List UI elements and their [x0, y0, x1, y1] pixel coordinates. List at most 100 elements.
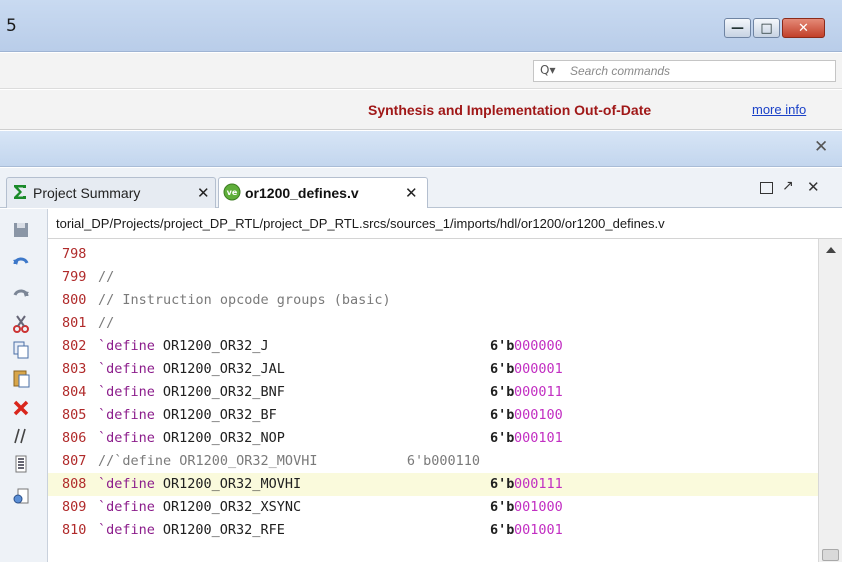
code-line[interactable]: 808 `define OR1200_OR32_MOVHI 6'b 000111: [48, 473, 818, 496]
undo-icon[interactable]: [10, 251, 32, 273]
app-window: 5 — □ ✕ Q▾ Search commands Synthesis and…: [0, 0, 842, 562]
line-number: 805: [62, 407, 87, 423]
macro-name: OR1200_OR32_NOP: [162, 430, 285, 446]
code-line[interactable]: 802 `define OR1200_OR32_J 6'b 000000: [48, 335, 818, 358]
maximize-panel-icon[interactable]: ↗: [782, 178, 794, 194]
paste-icon[interactable]: [10, 367, 32, 389]
code-text: `define OR1200_OR32_JAL 6'b 000001: [98, 358, 563, 381]
macro-name: OR1200_OR32_BF: [162, 407, 277, 423]
line-number: 806: [62, 430, 87, 446]
line-number: 799: [62, 269, 87, 285]
sigma-icon: [14, 185, 26, 199]
line-number: 803: [62, 361, 87, 377]
search-toolbar: Q▾ Search commands: [0, 53, 842, 89]
close-panel-icon[interactable]: ✕: [807, 178, 820, 196]
close-window-button[interactable]: ✕: [782, 18, 825, 38]
tab-close-icon[interactable]: ✕: [197, 184, 210, 202]
code-text: `define OR1200_OR32_BF 6'b 000100: [98, 404, 563, 427]
binary-value: 000001: [514, 361, 563, 377]
code-text: `define OR1200_OR32_MOVHI 6'b 000111: [98, 473, 563, 496]
define-keyword: `define: [98, 338, 155, 354]
status-banner: Synthesis and Implementation Out-of-Date…: [0, 90, 842, 130]
code-line[interactable]: 806 `define OR1200_OR32_NOP 6'b 000101: [48, 427, 818, 450]
find-replace-icon[interactable]: [10, 485, 32, 507]
editor-tab-bar: Project Summary ✕ ve or1200_defines.v ✕ …: [0, 168, 842, 208]
code-line[interactable]: 809 `define OR1200_OR32_XSYNC 6'b 001000: [48, 496, 818, 519]
line-number: 801: [62, 315, 87, 331]
code-editor[interactable]: 798 799 // 800 // Instruction opcode groups …: [48, 239, 818, 562]
code-text: // Instruction opcode groups (basic): [98, 289, 391, 312]
line-number: 808: [62, 476, 87, 492]
minimize-button[interactable]: —: [724, 18, 751, 38]
code-text: //: [98, 266, 114, 289]
code-line[interactable]: 810 `define OR1200_OR32_RFE 6'b 001001: [48, 519, 818, 542]
copy-icon[interactable]: [10, 339, 32, 361]
width-prefix: 6'b: [490, 522, 515, 538]
code-line[interactable]: 805 `define OR1200_OR32_BF 6'b 000100: [48, 404, 818, 427]
search-placeholder: Search commands: [570, 64, 671, 78]
tab-label: Project Summary: [33, 185, 141, 201]
macro-name: OR1200_OR32_XSYNC: [162, 499, 302, 515]
panel-close-icon[interactable]: ✕: [814, 137, 828, 157]
maximize-button[interactable]: □: [753, 18, 780, 38]
macro-name: OR1200_OR32_BNF: [162, 384, 285, 400]
line-number: 804: [62, 384, 87, 400]
scroll-thumb[interactable]: [822, 549, 839, 561]
comment: //`define OR1200_OR32_MOVHI 6'b000110: [98, 453, 481, 469]
tab-label: or1200_defines.v: [245, 185, 359, 201]
define-keyword: `define: [98, 407, 155, 423]
file-path-bar: torial_DP/Projects/project_DP_RTL/projec…: [48, 209, 842, 239]
comment-icon[interactable]: [10, 425, 32, 447]
binary-value: 001000: [514, 499, 563, 515]
redo-icon[interactable]: [10, 283, 32, 305]
tab-close-icon[interactable]: ✕: [405, 184, 418, 202]
code-line[interactable]: 798: [48, 243, 818, 266]
scroll-up-arrow-icon[interactable]: [826, 247, 836, 253]
verilog-file-icon: ve: [223, 183, 241, 201]
window-title: 5: [6, 16, 17, 36]
line-number: 809: [62, 499, 87, 515]
width-prefix: 6'b: [490, 476, 515, 492]
macro-name: OR1200_OR32_RFE: [162, 522, 285, 538]
code-line[interactable]: 799 //: [48, 266, 818, 289]
binary-value: 000101: [514, 430, 563, 446]
code-line[interactable]: 807 //`define OR1200_OR32_MOVHI 6'b000110: [48, 450, 818, 473]
code-line[interactable]: 804 `define OR1200_OR32_BNF 6'b 000011: [48, 381, 818, 404]
cut-icon[interactable]: [10, 313, 32, 335]
define-keyword: `define: [98, 476, 155, 492]
code-text: `define OR1200_OR32_BNF 6'b 000011: [98, 381, 563, 404]
width-prefix: 6'b: [490, 384, 515, 400]
code-line[interactable]: 803 `define OR1200_OR32_JAL 6'b 000001: [48, 358, 818, 381]
tab-or1200-defines[interactable]: ve or1200_defines.v ✕: [218, 177, 428, 208]
restore-icon[interactable]: [760, 182, 773, 194]
svg-text:ve: ve: [227, 188, 238, 197]
search-icon[interactable]: Q▾: [540, 63, 562, 79]
code-text: `define OR1200_OR32_NOP 6'b 000101: [98, 427, 563, 450]
search-commands-input[interactable]: Q▾ Search commands: [533, 60, 836, 82]
close-icon: ✕: [798, 20, 809, 36]
macro-name: OR1200_OR32_J: [162, 338, 269, 354]
code-text: //`define OR1200_OR32_MOVHI 6'b000110: [98, 450, 480, 473]
indent-icon[interactable]: [10, 453, 32, 475]
width-prefix: 6'b: [490, 430, 515, 446]
line-number: 807: [62, 453, 87, 469]
maximize-icon: □: [760, 20, 773, 36]
more-info-link[interactable]: more info: [752, 102, 806, 117]
define-keyword: `define: [98, 384, 155, 400]
width-prefix: 6'b: [490, 338, 515, 354]
tab-project-summary[interactable]: Project Summary ✕: [6, 177, 216, 208]
binary-value: 000000: [514, 338, 563, 354]
vertical-scrollbar[interactable]: [818, 239, 842, 562]
save-icon[interactable]: [10, 219, 32, 241]
code-line[interactable]: 800 // Instruction opcode groups (basic): [48, 289, 818, 312]
comment: // Instruction opcode groups (basic): [98, 292, 391, 308]
width-prefix: 6'b: [490, 407, 515, 423]
define-keyword: `define: [98, 522, 155, 538]
editor-side-toolbar: [0, 209, 48, 562]
panel-header: ✕: [0, 131, 842, 167]
macro-name: OR1200_OR32_JAL: [162, 361, 285, 377]
out-of-date-message: Synthesis and Implementation Out-of-Date: [368, 102, 652, 118]
define-keyword: `define: [98, 499, 155, 515]
delete-icon[interactable]: [10, 397, 32, 419]
code-line[interactable]: 801 //: [48, 312, 818, 335]
